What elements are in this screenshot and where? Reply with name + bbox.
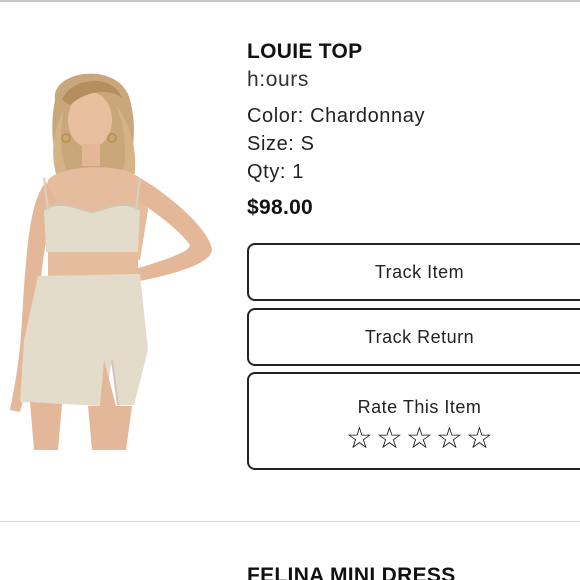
item-name[interactable]: LOUIE TOP [247, 38, 580, 66]
item-size: Size: S [247, 133, 315, 155]
next-item-name[interactable]: FELINA MINI DRESS [247, 562, 456, 580]
star-icon[interactable]: ☆ [405, 422, 435, 456]
track-return-button[interactable]: Track Return [247, 308, 580, 366]
order-details-page: LOUIE TOP h:ours Color: Chardonnay Size:… [0, 0, 580, 580]
star-icon[interactable]: ☆ [435, 422, 465, 456]
track-item-button[interactable]: Track Item [247, 243, 580, 301]
rate-item-label: Rate This Item [357, 397, 482, 417]
product-image[interactable] [0, 60, 225, 460]
rating-stars: ☆ ☆ ☆ ☆ ☆ [249, 422, 580, 456]
brand-name: h:ours [247, 68, 309, 91]
star-icon[interactable]: ☆ [465, 422, 495, 456]
star-icon[interactable]: ☆ [345, 422, 375, 456]
item-divider [0, 521, 580, 522]
item-color: Color: Chardonnay [247, 105, 426, 127]
star-icon[interactable]: ☆ [375, 422, 405, 456]
rate-item-box: Rate This Item ☆ ☆ ☆ ☆ ☆ [247, 372, 580, 470]
order-item: LOUIE TOP h:ours Color: Chardonnay Size:… [0, 0, 580, 522]
item-details: LOUIE TOP h:ours Color: Chardonnay Size:… [247, 38, 580, 222]
item-price: $98.00 [247, 196, 314, 219]
item-qty: Qty: 1 [247, 161, 304, 183]
